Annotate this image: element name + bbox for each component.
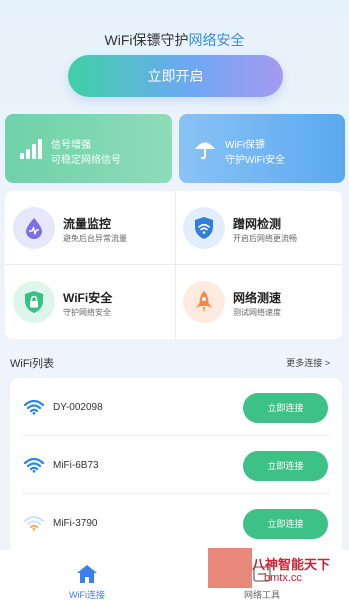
signal-bars-icon [20,139,42,159]
tool-subtitle: 守护网络安全 [63,308,111,317]
watermark-logo [208,548,252,588]
wifi-list-item: MiFi-3790 立即连接 [10,494,342,552]
tool-traffic-monitor[interactable]: 流量监控 避免后台异常流量 [5,191,173,264]
more-connections-link[interactable]: 更多连接 > [286,356,330,369]
start-button[interactable]: 立即开启 [68,55,283,97]
wifi-signal-icon [24,458,44,473]
traffic-drop-icon [13,207,55,249]
wifi-guard-card[interactable]: WiFi保镖 守护WiFi安全 [179,114,345,183]
watermark: 八神智能天下 bmtx.cc [208,548,349,588]
card-subtitle: 守护WiFi安全 [225,155,285,166]
wifi-signal-weak-icon [24,516,44,531]
lock-shield-icon [13,281,55,323]
connect-button[interactable]: 立即连接 [243,393,328,423]
wifi-list-item: MiFi-6B73 立即连接 [10,436,342,494]
tool-subtitle: 开启后网络更流畅 [233,234,297,243]
tab-label: 网络工具 [243,590,280,600]
wifi-list: DY-002098 立即连接 MiFi-6B73 立即连接 MiFi-3790 … [10,378,342,553]
watermark-text: 八神智能天下 [252,557,331,572]
tools-grid: 流量监控 避免后台异常流量 蹭网检测 开启后网络更流畅 WiFi安全 守护网络安… [5,191,342,339]
tool-speed-test[interactable]: 网络测速 测试网络速度 [175,265,343,338]
home-icon [77,565,97,583]
tool-wifi-security[interactable]: WiFi安全 守护网络安全 [5,265,173,338]
wifi-shield-icon [183,207,225,249]
tool-title: 网络测速 [233,291,282,305]
wifi-list-title: WiFi列表 [10,358,54,370]
page-title: WiFi保镖守护网络安全 [0,30,349,50]
watermark-url: bmtx.cc [264,572,302,584]
wifi-name: MiFi-3790 [53,518,98,529]
connect-button[interactable]: 立即连接 [243,509,328,539]
card-title: WiFi保镖 [225,140,265,151]
card-title: 信号增强 [51,140,91,151]
tool-subtitle: 测试网络速度 [233,308,281,317]
title-prefix: WiFi保镖守护 [104,32,189,48]
wifi-name: DY-002098 [53,402,103,413]
wifi-name: MiFi-6B73 [53,460,99,471]
rocket-icon [183,281,225,323]
tool-title: WiFi安全 [63,291,113,305]
tab-label: WiFi连接 [69,590,105,600]
umbrella-icon [195,142,215,160]
tab-wifi-connect[interactable]: WiFi连接 [0,550,174,600]
title-highlight: 网络安全 [188,32,245,48]
tool-title: 蹭网检测 [233,217,282,231]
card-subtitle: 可稳定网络信号 [51,155,121,166]
tool-title: 流量监控 [63,217,112,231]
wifi-list-item: DY-002098 立即连接 [10,378,342,436]
tool-leech-detect[interactable]: 蹭网检测 开启后网络更流畅 [175,191,343,264]
wifi-signal-icon [24,400,44,415]
tool-subtitle: 避免后台异常流量 [63,234,127,243]
connect-button[interactable]: 立即连接 [243,451,328,481]
signal-boost-card[interactable]: 信号增强 可稳定网络信号 [5,114,172,183]
